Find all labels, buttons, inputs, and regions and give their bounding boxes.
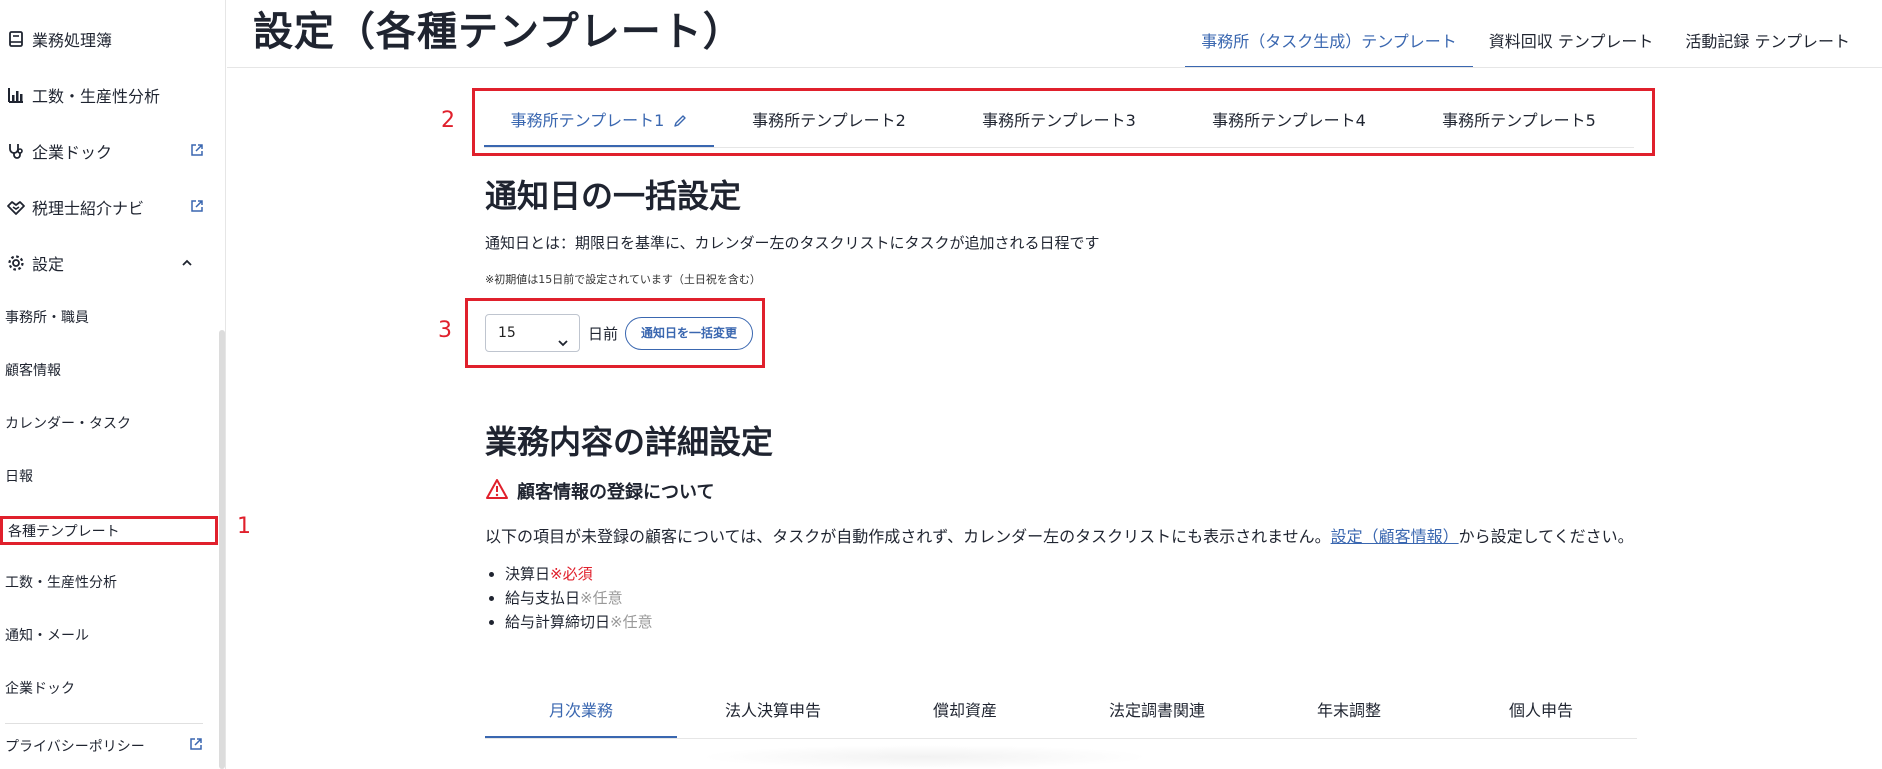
sidebar-item-label: 企業ドック <box>32 143 113 162</box>
sidebar-subitem-office-staff[interactable]: 事務所・職員 <box>5 307 89 329</box>
notify-note: ※初期値は15日前で設定されています（土日祝を含む） <box>485 273 761 286</box>
handshake-icon <box>6 197 26 217</box>
annotation-marker-3: 3 <box>438 318 452 343</box>
chevron-up-icon[interactable] <box>180 255 194 269</box>
tab-individual-return[interactable]: 個人申告 <box>1445 692 1637 738</box>
office-template-tabs: 事務所テンプレート1 事務所テンプレート2 事務所テンプレート3 事務所テンプレ… <box>484 100 1634 148</box>
days-before-label: 日前 <box>588 325 619 343</box>
optional-tag: ※任意 <box>610 613 653 631</box>
sidebar-item-privacy-policy[interactable]: プライバシーポリシー <box>5 732 205 760</box>
external-link-icon <box>190 142 206 158</box>
sidebar-item-tax-navi[interactable]: 税理士紹介ナビ <box>6 193 206 221</box>
notify-heading: 通知日の一括設定 <box>485 177 742 215</box>
notify-days-select[interactable]: 15 <box>485 314 580 352</box>
tab-office-template-3[interactable]: 事務所テンプレート3 <box>944 100 1174 147</box>
optional-tag: ※任意 <box>580 589 623 607</box>
warning-title: 顧客情報の登録について <box>517 482 715 503</box>
tab-office-template-1[interactable]: 事務所テンプレート1 <box>484 100 714 147</box>
tab-monthly-work[interactable]: 月次業務 <box>485 692 677 738</box>
list-item: 決算日※必須 <box>505 562 653 586</box>
pencil-icon[interactable] <box>673 102 687 144</box>
sidebar-subitem-customer-info[interactable]: 顧客情報 <box>5 360 61 382</box>
template-type-tabs: 事務所（タスク生成）テンプレート 資料回収 テンプレート 活動記録 テンプレート <box>1185 20 1866 68</box>
external-link-icon <box>189 737 205 753</box>
sidebar-subitem-productivity[interactable]: 工数・生産性分析 <box>5 572 117 594</box>
warning-icon <box>485 478 509 504</box>
chevron-down-icon <box>557 327 569 347</box>
annotation-marker-2: 2 <box>441 108 455 133</box>
tab-year-end-adjustment[interactable]: 年末調整 <box>1253 692 1445 738</box>
sidebar-item-label: 業務処理簿 <box>32 31 113 50</box>
sidebar-divider <box>5 723 203 724</box>
content-fade <box>700 745 1150 769</box>
required-tag: ※必須 <box>550 565 593 583</box>
sidebar-scrollbar[interactable] <box>219 330 225 769</box>
required-fields-list: 決算日※必須 給与支払日※任意 給与計算締切日※任意 <box>505 562 653 634</box>
tab-statutory-reports[interactable]: 法定調書関連 <box>1061 692 1253 738</box>
tab-activity-record-template[interactable]: 活動記録 テンプレート <box>1669 20 1866 68</box>
tab-office-task-template[interactable]: 事務所（タスク生成）テンプレート <box>1185 20 1473 68</box>
tab-corporate-tax-return[interactable]: 法人決算申告 <box>677 692 869 738</box>
sidebar-item-label: プライバシーポリシー <box>5 739 145 755</box>
field-label: 給与支払日 <box>505 589 581 607</box>
details-heading: 業務内容の詳細設定 <box>485 423 774 461</box>
sidebar-item-settings[interactable]: 設定 <box>6 249 206 277</box>
tab-office-template-2[interactable]: 事務所テンプレート2 <box>714 100 944 147</box>
external-link-icon <box>190 198 206 214</box>
field-label: 決算日 <box>505 565 551 583</box>
stethoscope-icon <box>6 141 26 161</box>
sidebar-item-ledger[interactable]: 業務処理簿 <box>6 25 206 53</box>
sidebar-item-corporate-dock[interactable]: 企業ドック <box>6 137 206 165</box>
sidebar-item-productivity[interactable]: 工数・生産性分析 <box>6 81 206 109</box>
notice-text: 以下の項目が未登録の顧客については、タスクが自動作成されず、カレンダー左のタスク… <box>485 527 1331 546</box>
header-divider <box>227 67 1882 68</box>
bar-chart-icon <box>6 85 26 105</box>
list-item: 給与支払日※任意 <box>505 586 653 610</box>
sidebar-subitem-daily-report[interactable]: 日報 <box>5 466 33 488</box>
tab-office-template-4[interactable]: 事務所テンプレート4 <box>1174 100 1404 147</box>
list-item: 給与計算締切日※任意 <box>505 610 653 634</box>
notify-description: 通知日とは：期限日を基準に、カレンダー左のタスクリストにタスクが追加される日程で… <box>485 234 1100 252</box>
sidebar-subitem-calendar-task[interactable]: カレンダー・タスク <box>5 413 131 435</box>
select-value: 15 <box>498 325 516 341</box>
ledger-icon <box>6 29 26 49</box>
tab-label: 事務所テンプレート1 <box>510 111 665 130</box>
sidebar-subitem-corporate-dock[interactable]: 企業ドック <box>5 678 75 700</box>
gear-icon <box>6 253 26 273</box>
sidebar-subitem-templates[interactable]: 各種テンプレート <box>0 516 218 545</box>
sidebar-item-label: 工数・生産性分析 <box>32 87 161 106</box>
annotation-marker-1: 1 <box>237 514 251 539</box>
field-label: 給与計算締切日 <box>505 613 611 631</box>
business-category-tabs: 月次業務 法人決算申告 償却資産 法定調書関連 年末調整 個人申告 <box>485 692 1637 739</box>
customer-info-notice: 以下の項目が未登録の顧客については、タスクが自動作成されず、カレンダー左のタスク… <box>485 523 1634 547</box>
page-title: 設定（各種テンプレート） <box>253 9 744 55</box>
tab-document-collection-template[interactable]: 資料回収 テンプレート <box>1473 20 1670 68</box>
sidebar-subitem-notification-mail[interactable]: 通知・メール <box>5 625 89 647</box>
tab-office-template-5[interactable]: 事務所テンプレート5 <box>1404 100 1634 147</box>
tab-depreciable-assets[interactable]: 償却資産 <box>869 692 1061 738</box>
bulk-change-notify-button[interactable]: 通知日を一括変更 <box>625 317 753 350</box>
notice-text-suffix: から設定してください。 <box>1458 527 1634 546</box>
sidebar-item-label: 税理士紹介ナビ <box>32 199 145 218</box>
sidebar: 業務処理簿 工数・生産性分析 企業ドック 税理士紹介ナビ 設定 事務所・職員 顧… <box>0 0 226 769</box>
warning-row: 顧客情報の登録について <box>485 478 714 504</box>
customer-info-settings-link[interactable]: 設定（顧客情報） <box>1331 527 1459 546</box>
sidebar-item-label: 設定 <box>32 255 65 274</box>
